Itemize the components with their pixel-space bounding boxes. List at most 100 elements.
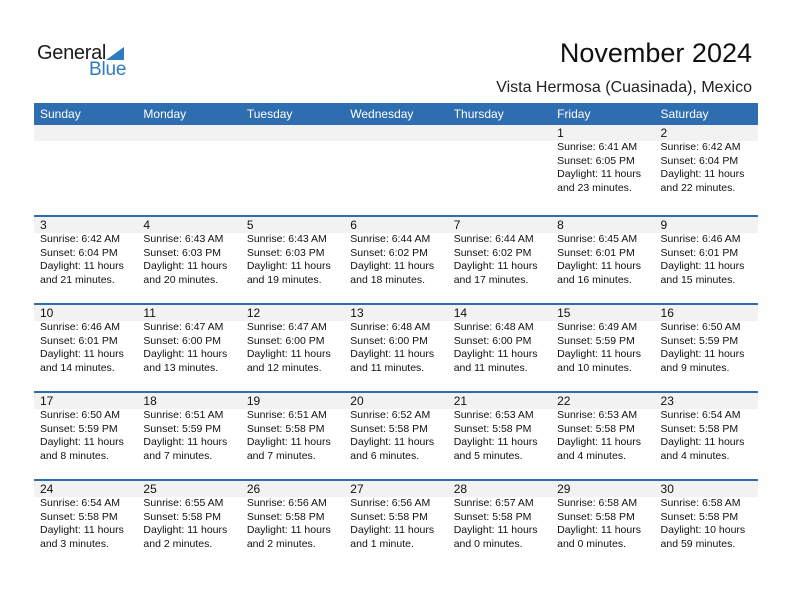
brand-logo: General Blue: [37, 42, 137, 82]
sunset-time: Sunset: 5:58 PM: [660, 510, 739, 523]
day-cell: 2 Sunrise: 6:42 AM Sunset: 6:04 PM Daylight…: [655, 125, 758, 195]
sunrise-time: Sunrise: 6:57 AM: [453, 497, 534, 509]
daylight-minutes: and 19 minutes.: [246, 273, 322, 286]
sunset-time: Sunset: 6:05 PM: [557, 154, 635, 167]
day-cell: 19 Sunrise: 6:51 AM Sunset: 5:58 PM Dayligh…: [241, 393, 344, 463]
sunrise-time: Sunrise: 6:46 AM: [660, 233, 741, 245]
daylight-hours: Daylight: 11 hours: [246, 348, 331, 360]
daylight-hours: Daylight: 11 hours: [143, 348, 228, 360]
sunset-time: Sunset: 6:01 PM: [557, 246, 635, 259]
weekday-tuesday: Tuesday: [246, 107, 293, 121]
sunset-time: Sunset: 6:03 PM: [143, 246, 222, 259]
daylight-minutes: and 23 minutes.: [557, 181, 632, 194]
daylight-hours: Daylight: 11 hours: [350, 524, 435, 536]
sunrise-time: Sunrise: 6:56 AM: [350, 497, 431, 509]
day-cell: 5 Sunrise: 6:43 AM Sunset: 6:03 PM Daylight…: [241, 217, 344, 287]
page-title: November 2024: [559, 38, 752, 68]
sunset-time: Sunset: 5:59 PM: [660, 334, 739, 347]
daylight-minutes: and 5 minutes.: [453, 449, 523, 462]
sunset-time: Sunset: 5:58 PM: [660, 422, 739, 435]
daylight-hours: Daylight: 11 hours: [143, 436, 228, 448]
sunrise-time: Sunrise: 6:58 AM: [557, 497, 638, 509]
daylight-hours: Daylight: 11 hours: [453, 524, 538, 536]
day-cell: 15 Sunrise: 6:49 AM Sunset: 5:59 PM Dayligh…: [551, 305, 654, 375]
day-number: 26: [246, 482, 261, 496]
calendar-week: 3 Sunrise: 6:42 AM Sunset: 6:04 PM Daylight…: [34, 215, 758, 303]
daylight-hours: Daylight: 11 hours: [453, 348, 538, 360]
sunrise-time: Sunrise: 6:44 AM: [350, 233, 431, 245]
daylight-minutes: and 12 minutes.: [246, 361, 322, 374]
day-number: 16: [660, 306, 674, 320]
daylight-minutes: and 7 minutes.: [246, 449, 316, 462]
weekday-monday: Monday: [143, 107, 187, 121]
day-cell: 25 Sunrise: 6:55 AM Sunset: 5:58 PM Dayligh…: [137, 481, 240, 551]
daylight-hours: Daylight: 11 hours: [557, 168, 641, 180]
daylight-minutes: and 17 minutes.: [453, 273, 529, 286]
sunrise-time: Sunrise: 6:54 AM: [660, 409, 741, 421]
sunset-time: Sunset: 6:04 PM: [660, 154, 739, 167]
day-number: 19: [246, 394, 261, 408]
weekday-friday: Friday: [557, 107, 591, 121]
day-cell: 17 Sunrise: 6:50 AM Sunset: 5:59 PM Dayligh…: [34, 393, 137, 463]
daylight-minutes: and 14 minutes.: [40, 361, 115, 374]
sunrise-time: Sunrise: 6:58 AM: [660, 497, 741, 509]
day-cell: 14 Sunrise: 6:48 AM Sunset: 6:00 PM Dayligh…: [448, 305, 551, 375]
day-number: 23: [660, 394, 674, 408]
daylight-minutes: and 9 minutes.: [660, 361, 730, 374]
day-cell: 29 Sunrise: 6:58 AM Sunset: 5:58 PM Dayligh…: [551, 481, 654, 551]
daylight-hours: Daylight: 11 hours: [350, 436, 435, 448]
day-number: 15: [557, 306, 571, 320]
calendar-weeks: 1 Sunrise: 6:41 AM Sunset: 6:05 PM Daylight…: [34, 125, 758, 567]
day-cell: 6 Sunrise: 6:44 AM Sunset: 6:02 PM Daylight…: [344, 217, 447, 287]
daylight-minutes: and 21 minutes.: [40, 273, 115, 286]
sunrise-time: Sunrise: 6:52 AM: [350, 409, 431, 421]
sunset-time: Sunset: 5:59 PM: [143, 422, 222, 435]
sunrise-time: Sunrise: 6:46 AM: [40, 321, 120, 333]
sunrise-time: Sunrise: 6:47 AM: [143, 321, 224, 333]
day-cell: 28 Sunrise: 6:57 AM Sunset: 5:58 PM Dayligh…: [448, 481, 551, 551]
day-number: 1: [557, 126, 564, 140]
calendar-week: 10 Sunrise: 6:46 AM Sunset: 6:01 PM Dayligh…: [34, 303, 758, 391]
day-number: 14: [453, 306, 468, 320]
daylight-hours: Daylight: 11 hours: [40, 524, 124, 536]
daylight-minutes: and 11 minutes.: [453, 361, 528, 374]
sunset-time: Sunset: 5:58 PM: [246, 510, 325, 523]
day-cell: 16 Sunrise: 6:50 AM Sunset: 5:59 PM Dayligh…: [655, 305, 758, 375]
daylight-hours: Daylight: 11 hours: [40, 260, 124, 272]
weekday-thursday: Thursday: [453, 107, 504, 121]
daylight-minutes: and 59 minutes.: [660, 537, 736, 550]
daylight-minutes: and 13 minutes.: [143, 361, 219, 374]
calendar: Sunday Monday Tuesday Wednesday Thursday…: [34, 103, 758, 567]
day-number: 11: [143, 306, 156, 320]
weekday-header: Sunday Monday Tuesday Wednesday Thursday…: [34, 103, 758, 125]
brand-name-blue: Blue: [89, 59, 127, 80]
daylight-minutes: and 18 minutes.: [350, 273, 425, 286]
day-cell: 3 Sunrise: 6:42 AM Sunset: 6:04 PM Daylight…: [34, 217, 137, 287]
weekday-wednesday: Wednesday: [350, 107, 414, 121]
daylight-hours: Daylight: 11 hours: [143, 260, 228, 272]
day-cell: 10 Sunrise: 6:46 AM Sunset: 6:01 PM Dayligh…: [34, 305, 137, 375]
day-cell: 1 Sunrise: 6:41 AM Sunset: 6:05 PM Daylight…: [551, 125, 654, 195]
day-number: 17: [40, 394, 54, 408]
empty-day-cell: [241, 125, 344, 195]
daylight-minutes: and 15 minutes.: [660, 273, 736, 286]
day-cell: 27 Sunrise: 6:56 AM Sunset: 5:58 PM Dayligh…: [344, 481, 447, 551]
daylight-minutes: and 16 minutes.: [557, 273, 632, 286]
sunset-time: Sunset: 6:02 PM: [350, 246, 428, 259]
day-cell: 7 Sunrise: 6:44 AM Sunset: 6:02 PM Daylight…: [448, 217, 551, 287]
sunset-time: Sunset: 6:01 PM: [660, 246, 739, 259]
day-number: 7: [453, 218, 461, 232]
location-subtitle: Vista Hermosa (Cuasinada), Mexico: [496, 79, 752, 96]
sunset-time: Sunset: 5:59 PM: [40, 422, 118, 435]
day-cell: 12 Sunrise: 6:47 AM Sunset: 6:00 PM Dayligh…: [241, 305, 344, 375]
day-cell: 18 Sunrise: 6:51 AM Sunset: 5:59 PM Dayligh…: [137, 393, 240, 463]
daylight-minutes: and 1 minute.: [350, 537, 414, 550]
day-number: 20: [350, 394, 364, 408]
day-cell: 22 Sunrise: 6:53 AM Sunset: 5:58 PM Dayligh…: [551, 393, 654, 463]
sunset-time: Sunset: 5:58 PM: [350, 422, 428, 435]
daylight-hours: Daylight: 11 hours: [660, 168, 745, 180]
sunset-time: Sunset: 5:58 PM: [453, 510, 532, 523]
day-number: 24: [40, 482, 54, 496]
day-number: 4: [143, 218, 151, 232]
empty-day-cell: [34, 125, 137, 195]
